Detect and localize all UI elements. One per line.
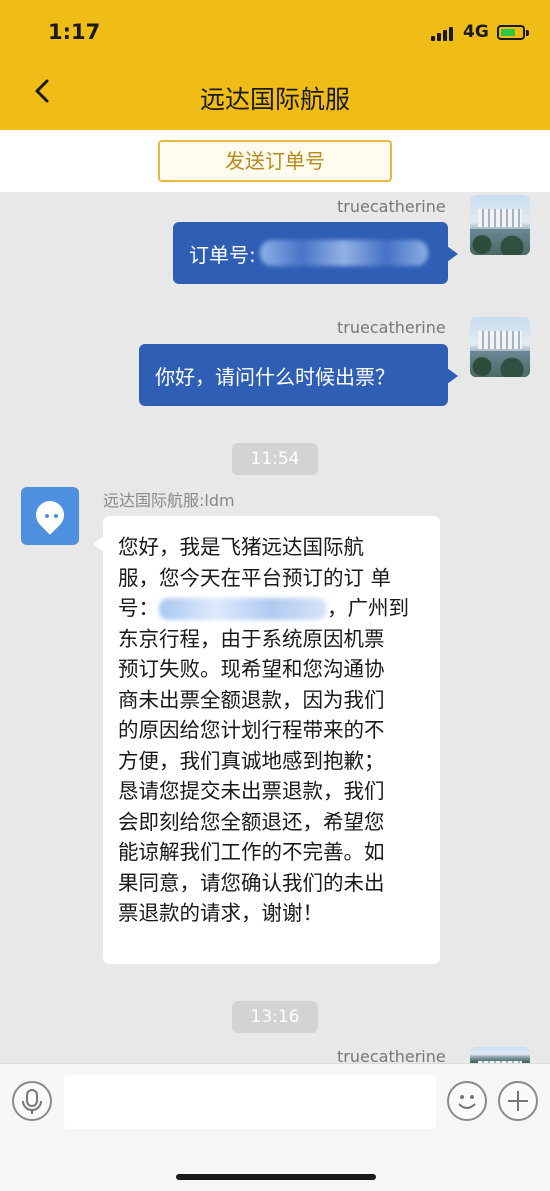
voice-button[interactable]	[12, 1081, 52, 1121]
reply-line: 会即刻给您全额退还，希望您	[118, 809, 385, 834]
reply-line: 您好，我是飞猪远达国际航	[118, 535, 364, 559]
smiley-icon	[458, 1095, 476, 1109]
input-bar	[0, 1063, 550, 1191]
reply-line: 服，您今天在平台预订的订 单	[118, 565, 392, 590]
battery-icon	[497, 25, 525, 40]
message-bubble-reply[interactable]: 您好，我是飞猪远达国际航 服，您今天在平台预订的订 单 号： ，广州到 东京行程，…	[93, 516, 440, 964]
user-avatar[interactable]	[470, 1047, 530, 1063]
microphone-icon	[22, 1089, 42, 1114]
plus-icon	[508, 1091, 528, 1111]
page-title: 远达国际航服	[199, 85, 350, 114]
reply-line: 预订失败。现希望和您沟通协	[118, 657, 385, 681]
send-order-bar: 发送订单号	[0, 130, 550, 192]
redacted-order-number	[159, 598, 327, 620]
message-text: 你好，请问什么时候出票？	[155, 364, 395, 389]
user-avatar[interactable]	[470, 317, 530, 377]
user-avatar[interactable]	[470, 195, 530, 255]
reply-line: 的原因给您计划行程带来的不	[118, 718, 385, 742]
reply-line: 商未出票全额退款，因为我们	[118, 687, 385, 712]
reply-line: 能谅解我们工作的不完善。如	[118, 840, 385, 864]
message-input[interactable]	[64, 1075, 436, 1129]
signal-icon	[431, 27, 453, 41]
fliggy-logo-icon	[30, 495, 70, 535]
emoji-button[interactable]	[447, 1081, 487, 1121]
order-label: 订单号:	[189, 242, 256, 267]
header-bar: 1:17 4G 远达国际航服	[0, 0, 550, 130]
service-sender-name: 远达国际航服:ldm	[103, 491, 235, 510]
status-time: 1:17	[48, 20, 101, 44]
message-bubble-question[interactable]: 你好，请问什么时候出票？	[139, 344, 458, 406]
service-avatar[interactable]	[21, 487, 79, 545]
timestamp: 13:16	[232, 1001, 318, 1033]
reply-line: 号：	[118, 596, 159, 620]
reply-line: ，广州到	[327, 596, 409, 620]
more-button[interactable]	[498, 1081, 538, 1121]
reply-line: 恳请您提交未出票退款，我们	[118, 779, 385, 803]
timestamp: 11:54	[232, 443, 318, 475]
network-type: 4G	[463, 22, 489, 42]
reply-line: 票退款的请求，谢谢！	[118, 901, 323, 925]
reply-line: 东京行程，由于系统原因机票	[118, 626, 385, 651]
home-indicator	[176, 1174, 376, 1180]
redacted-order-number	[259, 240, 428, 266]
sender-name: truecatherine	[337, 197, 446, 216]
reply-line: 方便，我们真诚地感到抱歉；	[118, 748, 385, 773]
reply-line-order: 号： ，广州到	[118, 593, 430, 624]
reply-line: 果同意，请您确认我们的未出	[118, 870, 385, 895]
send-order-button[interactable]: 发送订单号	[158, 140, 392, 182]
message-bubble-order[interactable]: 订单号:	[173, 222, 458, 284]
sender-name: truecatherine	[337, 318, 446, 337]
battery-tip	[526, 30, 529, 36]
